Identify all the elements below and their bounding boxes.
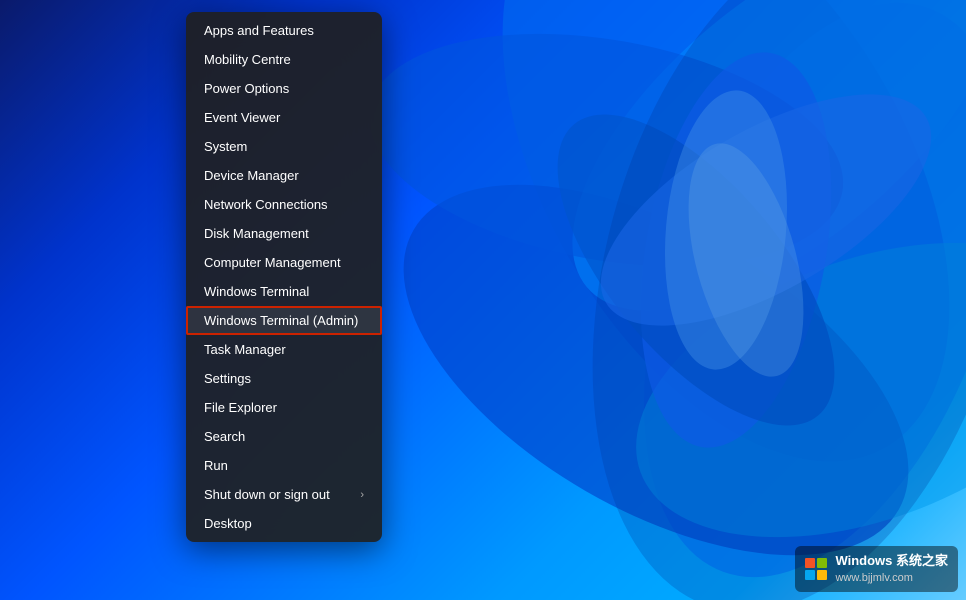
menu-item-label-windows-terminal-admin: Windows Terminal (Admin) xyxy=(204,313,358,328)
menu-item-label-file-explorer: File Explorer xyxy=(204,400,277,415)
menu-item-run[interactable]: Run xyxy=(186,451,382,480)
menu-item-label-search: Search xyxy=(204,429,245,444)
menu-item-mobility-centre[interactable]: Mobility Centre xyxy=(186,45,382,74)
menu-item-device-manager[interactable]: Device Manager xyxy=(186,161,382,190)
menu-item-disk-management[interactable]: Disk Management xyxy=(186,219,382,248)
menu-item-label-settings: Settings xyxy=(204,371,251,386)
menu-item-label-computer-management: Computer Management xyxy=(204,255,341,270)
menu-item-search[interactable]: Search xyxy=(186,422,382,451)
menu-item-label-event-viewer: Event Viewer xyxy=(204,110,280,125)
menu-item-label-desktop: Desktop xyxy=(204,516,252,531)
menu-item-label-mobility-centre: Mobility Centre xyxy=(204,52,291,67)
watermark-site-url: www.bjjmlv.com xyxy=(835,571,948,586)
menu-item-label-run: Run xyxy=(204,458,228,473)
menu-item-power-options[interactable]: Power Options xyxy=(186,74,382,103)
wallpaper xyxy=(0,0,966,600)
menu-item-label-device-manager: Device Manager xyxy=(204,168,299,183)
windows-logo xyxy=(805,558,827,580)
watermark-text: Windows 系统之家 www.bjjmlv.com xyxy=(835,552,948,586)
menu-item-label-task-manager: Task Manager xyxy=(204,342,286,357)
menu-item-apps-features[interactable]: Apps and Features xyxy=(186,16,382,45)
watermark-site-name: Windows 系统之家 xyxy=(835,552,948,570)
menu-item-settings[interactable]: Settings xyxy=(186,364,382,393)
menu-item-shut-down-sign-out[interactable]: Shut down or sign out › xyxy=(186,480,382,509)
menu-item-label-apps-features: Apps and Features xyxy=(204,23,314,38)
menu-item-label-network-connections: Network Connections xyxy=(204,197,328,212)
menu-item-label-system: System xyxy=(204,139,247,154)
menu-item-system[interactable]: System xyxy=(186,132,382,161)
menu-item-windows-terminal[interactable]: Windows Terminal xyxy=(186,277,382,306)
context-menu: Apps and Features Mobility Centre Power Op… xyxy=(186,12,382,542)
menu-item-desktop[interactable]: Desktop xyxy=(186,509,382,538)
menu-item-label-disk-management: Disk Management xyxy=(204,226,309,241)
menu-item-network-connections[interactable]: Network Connections xyxy=(186,190,382,219)
watermark: Windows 系统之家 www.bjjmlv.com xyxy=(795,546,958,592)
menu-item-task-manager[interactable]: Task Manager xyxy=(186,335,382,364)
menu-item-label-power-options: Power Options xyxy=(204,81,289,96)
menu-item-windows-terminal-admin[interactable]: Windows Terminal (Admin) xyxy=(186,306,382,335)
menu-item-label-windows-terminal: Windows Terminal xyxy=(204,284,309,299)
chevron-right-icon: › xyxy=(360,489,364,501)
menu-item-event-viewer[interactable]: Event Viewer xyxy=(186,103,382,132)
menu-item-computer-management[interactable]: Computer Management xyxy=(186,248,382,277)
menu-item-label-shut-down-sign-out: Shut down or sign out xyxy=(204,487,330,502)
menu-item-file-explorer[interactable]: File Explorer xyxy=(186,393,382,422)
